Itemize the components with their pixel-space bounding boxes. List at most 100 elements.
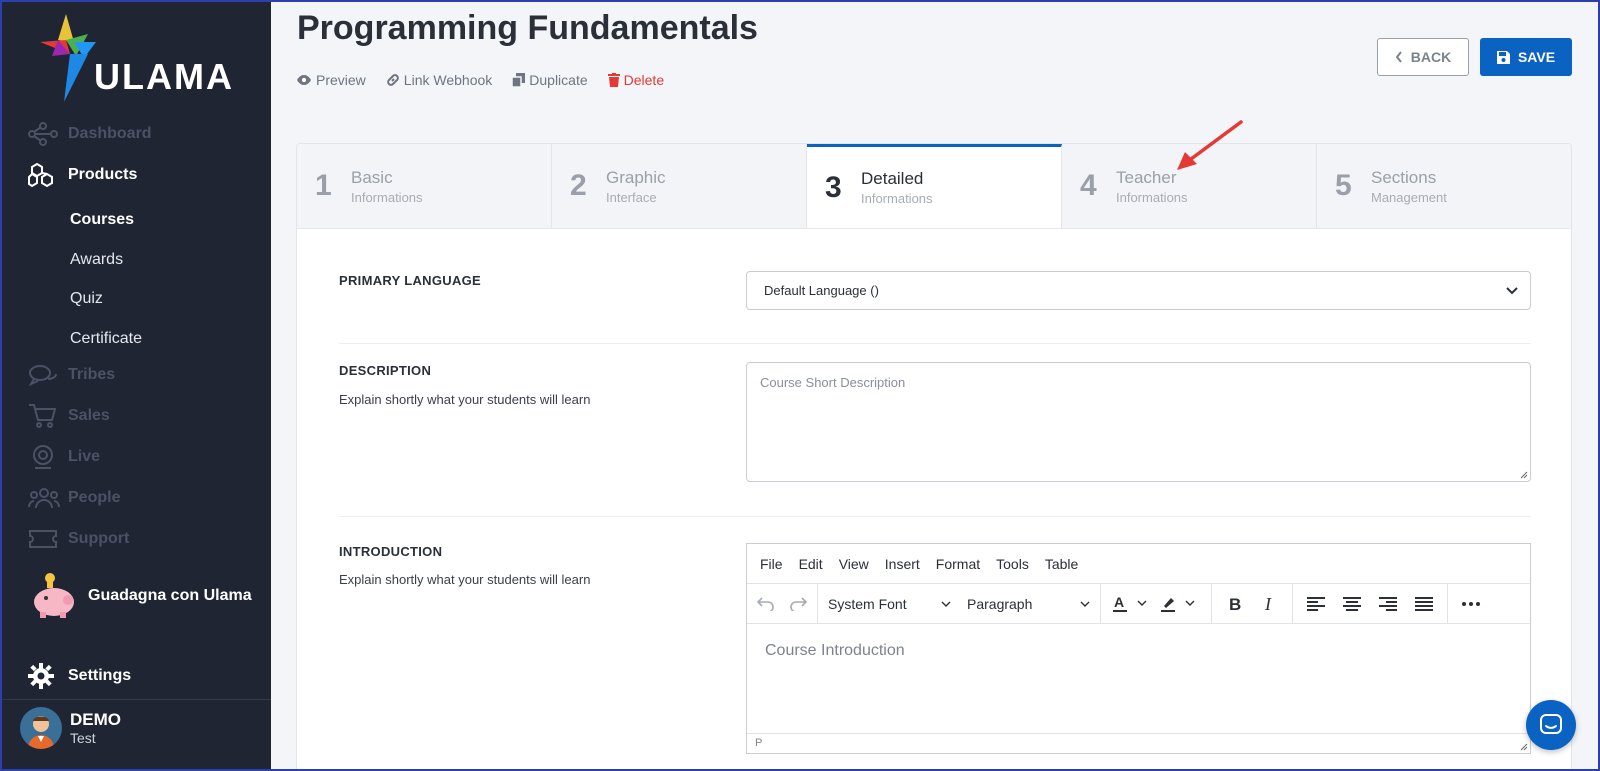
sidebar-label-people: People <box>68 489 121 506</box>
sidebar: ULAMA Dashboard Products Courses Awards … <box>2 2 271 769</box>
chat-launcher-button[interactable] <box>1526 700 1576 750</box>
resize-handle-icon[interactable] <box>1520 743 1528 751</box>
font-family-select[interactable]: System Font <box>822 589 957 619</box>
menu-tools[interactable]: Tools <box>996 556 1029 572</box>
user-subtitle: Test <box>70 730 96 746</box>
editor-toolbar: System Font Paragraph A B I <box>747 584 1530 624</box>
sidebar-label-settings: Settings <box>68 667 132 684</box>
primary-language-select[interactable]: Default Language () <box>746 271 1531 310</box>
text-color-button[interactable]: A <box>1109 589 1155 619</box>
sidebar-subitem-awards[interactable]: Awards <box>70 248 123 272</box>
step-title: Sections <box>1371 167 1437 187</box>
course-actions: Preview Link Webhook Duplicate Delete <box>296 72 664 88</box>
more-options-button[interactable] <box>1456 589 1486 619</box>
italic-icon: I <box>1264 596 1272 612</box>
step-basic[interactable]: 1 Basic Informations <box>297 144 552 228</box>
menu-table[interactable]: Table <box>1045 556 1078 572</box>
step-graphic[interactable]: 2 Graphic Interface <box>552 144 807 228</box>
sidebar-item-tribes[interactable]: Tribes <box>28 360 115 390</box>
page-title: Programming Fundamentals <box>297 9 758 47</box>
resize-handle-icon[interactable] <box>1520 471 1528 479</box>
dashboard-icon <box>28 119 60 149</box>
save-button[interactable]: SAVE <box>1480 38 1572 76</box>
menu-view[interactable]: View <box>839 556 869 572</box>
align-center-icon <box>1343 596 1361 611</box>
sidebar-item-live[interactable]: Live <box>28 442 100 472</box>
editor-statusbar: P <box>747 733 1530 753</box>
editor-content-area[interactable]: Course Introduction <box>747 624 1530 678</box>
align-right-button[interactable] <box>1373 589 1403 619</box>
avatar <box>20 707 62 749</box>
italic-button[interactable]: I <box>1254 589 1284 619</box>
font-family-value: System Font <box>828 595 907 612</box>
ulama-logo[interactable]: ULAMA <box>36 12 246 102</box>
sidebar-item-sales[interactable]: Sales <box>28 401 110 431</box>
cubes-icon <box>28 160 60 190</box>
sidebar-item-support[interactable]: Support <box>28 524 129 554</box>
trash-icon <box>607 73 620 87</box>
sidebar-subitem-quiz[interactable]: Quiz <box>70 287 103 311</box>
chat-bubbles-icon <box>28 360 60 390</box>
step-sections[interactable]: 5 Sections Management <box>1317 144 1571 228</box>
chevron-left-icon <box>1395 51 1402 63</box>
introduction-rich-text-editor[interactable]: File Edit View Insert Format Tools Table… <box>746 543 1531 754</box>
introduction-label: INTRODUCTION <box>339 544 443 559</box>
sidebar-subitem-certificate[interactable]: Certificate <box>70 327 142 351</box>
preview-link[interactable]: Preview <box>296 72 366 88</box>
menu-format[interactable]: Format <box>936 556 980 572</box>
save-label: SAVE <box>1517 49 1556 65</box>
duplicate-link[interactable]: Duplicate <box>512 72 588 88</box>
piggy-bank-icon <box>34 573 74 618</box>
description-textarea[interactable]: Course Short Description <box>746 362 1531 482</box>
sidebar-item-settings[interactable]: Settings <box>28 661 131 691</box>
sidebar-label-live: Live <box>68 448 101 465</box>
element-path[interactable]: P <box>755 737 762 749</box>
delete-link[interactable]: Delete <box>607 72 664 88</box>
ellipsis-icon <box>1462 601 1480 606</box>
editor-menubar: File Edit View Insert Format Tools Table <box>747 544 1530 584</box>
sidebar-item-people[interactable]: People <box>28 483 120 513</box>
step-subtitle: Informations <box>351 189 423 205</box>
wizard-steps: 1 Basic Informations 2 Graphic Interface… <box>297 144 1571 229</box>
ticket-icon <box>28 524 60 554</box>
link-webhook-link[interactable]: Link Webhook <box>386 72 492 88</box>
align-left-button[interactable] <box>1301 589 1331 619</box>
step-number: 4 <box>1080 169 1097 202</box>
introduction-help: Explain shortly what your students will … <box>339 572 591 587</box>
sidebar-label-support: Support <box>68 530 130 547</box>
undo-button[interactable] <box>751 589 781 619</box>
step-number: 3 <box>825 170 842 204</box>
user-name: DEMO <box>70 710 121 729</box>
menu-file[interactable]: File <box>760 556 783 572</box>
description-help: Explain shortly what your students will … <box>339 392 591 407</box>
align-center-button[interactable] <box>1337 589 1367 619</box>
step-detailed[interactable]: 3 Detailed Informations <box>807 144 1062 228</box>
bold-button[interactable]: B <box>1220 589 1250 619</box>
highlight-color-button[interactable] <box>1157 589 1203 619</box>
block-format-select[interactable]: Paragraph <box>961 589 1096 619</box>
sidebar-item-dashboard[interactable]: Dashboard <box>28 119 152 149</box>
section-divider <box>339 516 1531 517</box>
redo-button[interactable] <box>783 589 813 619</box>
sidebar-item-products[interactable]: Products <box>28 160 137 190</box>
description-label: DESCRIPTION <box>339 363 432 378</box>
description-placeholder: Course Short Description <box>760 375 906 390</box>
primary-language-value: Default Language () <box>764 283 879 298</box>
user-profile[interactable]: DEMO Test <box>20 707 121 749</box>
sidebar-divider <box>2 699 271 700</box>
sidebar-item-promo[interactable]: Guadagna con Ulama <box>28 570 252 622</box>
link-icon <box>386 74 399 86</box>
section-divider <box>339 343 1531 344</box>
brand-name: ULAMA <box>94 56 234 97</box>
editor-placeholder: Course Introduction <box>765 642 905 659</box>
link-webhook-label: Link Webhook <box>403 72 493 88</box>
bold-icon: B <box>1229 596 1241 612</box>
block-format-value: Paragraph <box>967 595 1033 612</box>
menu-insert[interactable]: Insert <box>885 556 920 572</box>
back-button[interactable]: BACK <box>1377 38 1469 76</box>
sidebar-label-products: Products <box>68 166 138 183</box>
annotation-arrow-icon <box>1177 120 1243 170</box>
menu-edit[interactable]: Edit <box>799 556 823 572</box>
sidebar-subitem-courses[interactable]: Courses <box>70 208 134 232</box>
align-justify-button[interactable] <box>1409 589 1439 619</box>
